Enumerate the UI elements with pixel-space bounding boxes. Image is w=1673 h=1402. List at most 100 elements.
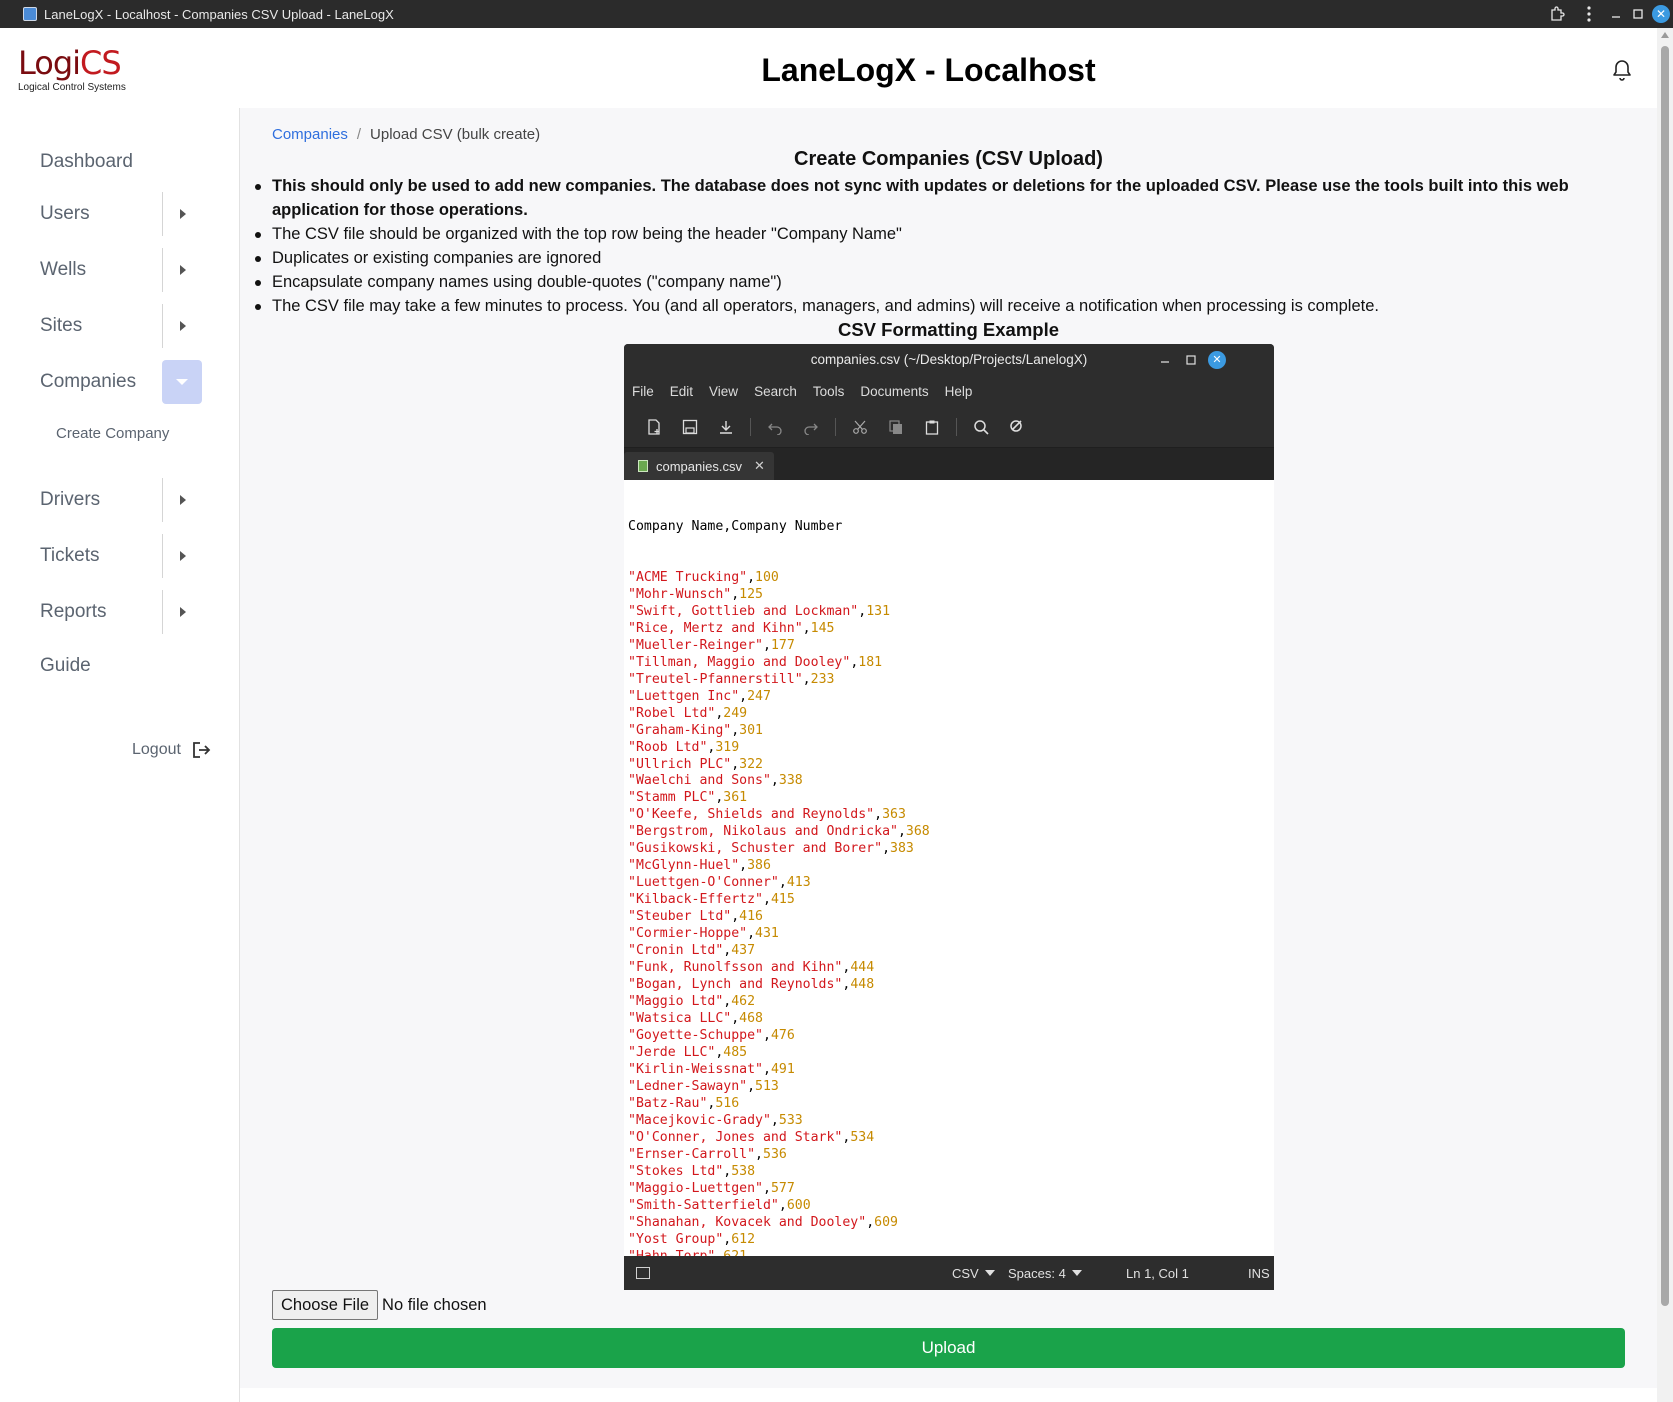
extensions-icon[interactable] xyxy=(1541,0,1573,28)
editor-minimize-icon xyxy=(1160,344,1170,376)
logo-subtitle: Logical Control Systems xyxy=(18,82,126,93)
csv-company-number: 125 xyxy=(739,586,763,602)
csv-company-name: "Shanahan, Kovacek and Dooley" xyxy=(628,1214,867,1230)
editor-titlebar: companies.csv (~/Desktop/Projects/Lanelo… xyxy=(624,344,1274,376)
csv-company-name: "Waelchi and Sons" xyxy=(628,773,771,789)
tickets-expand-toggle[interactable] xyxy=(162,534,202,578)
close-window-button[interactable]: ✕ xyxy=(1649,0,1673,28)
csv-company-name: "Kilback-Effertz" xyxy=(628,892,763,908)
insert-mode: INS xyxy=(1248,1265,1270,1281)
csv-row: "Kilback-Effertz",415 xyxy=(628,892,1274,909)
csv-row: "Maggio-Luettgen",577 xyxy=(628,1181,1274,1198)
csv-row: "Luettgen Inc",247 xyxy=(628,689,1274,706)
csv-row: "O'Keefe, Shields and Reynolds",363 xyxy=(628,807,1274,824)
instruction-item: Encapsulate company names using double-q… xyxy=(255,270,1622,294)
companies-collapse-toggle[interactable] xyxy=(162,360,202,404)
csv-company-name: "Tillman, Maggio and Dooley" xyxy=(628,654,851,670)
csv-company-number: 383 xyxy=(890,841,914,857)
sites-expand-toggle[interactable] xyxy=(162,304,202,348)
csv-company-name: "O'Conner, Jones and Stark" xyxy=(628,1129,843,1145)
csv-company-number: 513 xyxy=(755,1078,779,1094)
redo-icon xyxy=(793,412,829,442)
wells-expand-toggle[interactable] xyxy=(162,248,202,292)
language-selector: CSV xyxy=(952,1266,995,1281)
new-document-icon xyxy=(636,412,672,442)
sidebar-item-reports[interactable]: Reports xyxy=(40,590,202,634)
indent-label: Spaces: 4 xyxy=(1008,1265,1066,1281)
sidebar-item-sites[interactable]: Sites xyxy=(40,304,202,348)
download-icon xyxy=(708,412,744,442)
editor-text-area: Company Name,Company Number "ACME Trucki… xyxy=(624,480,1274,1256)
breadcrumb: Companies / Upload CSV (bulk create) xyxy=(272,126,540,143)
caret-down-icon xyxy=(176,379,188,385)
maximize-icon[interactable] xyxy=(1627,0,1649,28)
kebab-menu-icon[interactable] xyxy=(1573,0,1605,28)
csv-company-number: 233 xyxy=(810,671,835,687)
csv-comma: , xyxy=(802,671,811,687)
csv-row: "ACME Trucking",100 xyxy=(628,570,1274,587)
breadcrumb-companies-link[interactable]: Companies xyxy=(272,126,348,143)
upload-button[interactable]: Upload xyxy=(272,1328,1625,1368)
page-title: Create Companies (CSV Upload) xyxy=(794,148,1103,170)
minimize-icon[interactable] xyxy=(1605,0,1627,28)
caret-right-icon xyxy=(179,551,186,561)
file-status: No file chosen xyxy=(382,1295,487,1314)
csv-company-name: "Luettgen Inc" xyxy=(628,688,740,704)
csv-company-name: "Maggio Ltd" xyxy=(628,994,724,1010)
csv-company-number: 437 xyxy=(731,943,756,959)
csv-example-image: companies.csv (~/Desktop/Projects/Lanelo… xyxy=(624,344,1274,1290)
toolbar-separator xyxy=(750,417,751,436)
scroll-up-arrow-icon[interactable] xyxy=(1661,32,1669,38)
scrollbar-thumb[interactable] xyxy=(1661,46,1669,1306)
file-input[interactable]: Choose File No file chosen xyxy=(272,1290,487,1320)
csv-company-name: "Maggio-Luettgen" xyxy=(628,1180,763,1196)
csv-company-number: 181 xyxy=(858,654,883,670)
csv-company-number: 448 xyxy=(850,977,875,993)
users-expand-toggle[interactable] xyxy=(162,192,202,236)
logicS-logo[interactable]: LogiCS Logical Control Systems xyxy=(18,46,158,106)
csv-row: "McGlynn-Huel",386 xyxy=(628,858,1274,875)
csv-comma: , xyxy=(762,892,771,908)
csv-company-number: 462 xyxy=(731,994,756,1010)
sidebar-item-guide[interactable]: Guide xyxy=(40,644,202,688)
csv-company-number: 577 xyxy=(770,1180,795,1196)
cursor-position: Ln 1, Col 1 xyxy=(1126,1265,1189,1281)
logo-suffix: CS xyxy=(80,44,122,82)
csv-company-name: "Cronin Ltd" xyxy=(628,943,724,959)
notifications-bell-icon[interactable] xyxy=(1610,58,1634,82)
csv-row: "Steuber Ltd",416 xyxy=(628,909,1274,926)
csv-comma: , xyxy=(897,824,906,840)
sidebar-item-drivers[interactable]: Drivers xyxy=(40,478,202,522)
csv-comma: , xyxy=(802,620,811,636)
csv-company-number: 386 xyxy=(747,858,771,874)
csv-row: "Maggio Ltd",462 xyxy=(628,994,1274,1011)
csv-row: "Jerde LLC",485 xyxy=(628,1045,1274,1062)
csv-company-number: 131 xyxy=(866,603,891,619)
sidebar-item-companies[interactable]: Companies xyxy=(40,360,202,404)
csv-comma: , xyxy=(731,586,740,602)
reports-expand-toggle[interactable] xyxy=(162,590,202,634)
csv-company-name: "O'Keefe, Shields and Reynolds" xyxy=(628,807,875,823)
csv-company-name: "Kirlin-Weissnat" xyxy=(628,1061,763,1077)
sidebar-item-wells[interactable]: Wells xyxy=(40,248,202,292)
editor-menu-documents: Documents xyxy=(860,383,929,399)
csv-company-number: 177 xyxy=(770,637,795,653)
sidebar-item-dashboard[interactable]: Dashboard xyxy=(40,140,202,184)
sidebar-subitem-create-company[interactable]: Create Company xyxy=(56,425,169,442)
tab-close-icon: ✕ xyxy=(753,458,765,473)
csv-row: "Tillman, Maggio and Dooley",181 xyxy=(628,655,1274,672)
csv-company-name: "Ernser-Carroll" xyxy=(628,1146,756,1162)
cut-icon xyxy=(842,412,878,442)
drivers-expand-toggle[interactable] xyxy=(162,478,202,522)
sidebar-item-tickets[interactable]: Tickets xyxy=(40,534,202,578)
csv-company-name: "Swift, Gottlieb and Lockman" xyxy=(628,603,859,619)
page-scrollbar[interactable] xyxy=(1657,28,1673,1402)
choose-file-button[interactable]: Choose File xyxy=(272,1290,379,1320)
logout-link[interactable]: Logout xyxy=(132,740,211,760)
csv-row: "Kirlin-Weissnat",491 xyxy=(628,1062,1274,1079)
instructions-list: This should only be used to add new comp… xyxy=(255,174,1622,318)
editor-menu-help: Help xyxy=(944,383,973,399)
csv-company-name: "Steuber Ltd" xyxy=(628,909,732,925)
sidebar-item-users[interactable]: Users xyxy=(40,192,202,236)
csv-company-name: "Mohr-Wunsch" xyxy=(628,586,732,602)
